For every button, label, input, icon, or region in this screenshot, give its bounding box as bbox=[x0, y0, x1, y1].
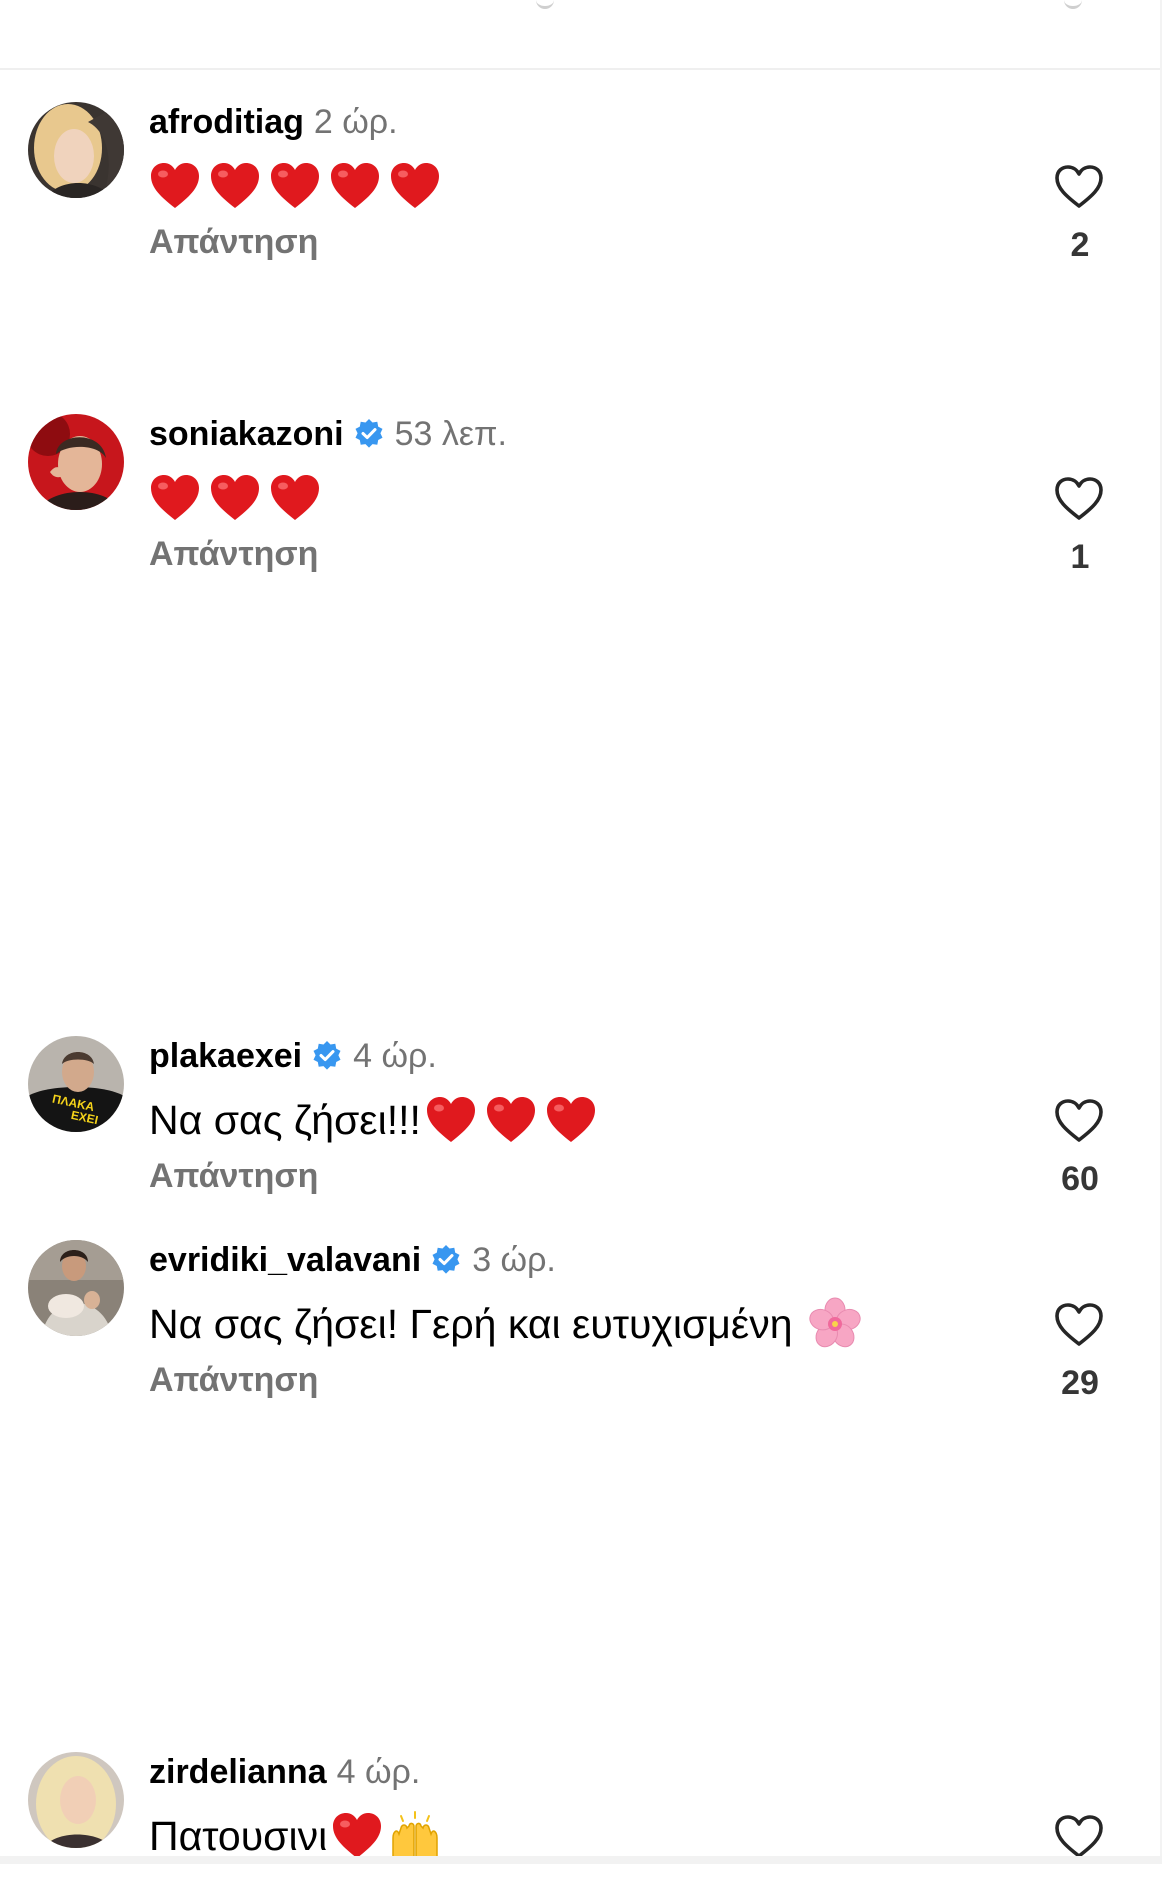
like-count: 1 bbox=[1070, 538, 1090, 576]
username[interactable]: evridiki_valavani bbox=[149, 1241, 421, 1280]
comment-time: 3 ώρ. bbox=[472, 1240, 556, 1279]
comment-text-content: Να σας ζήσει! Γερή και ευτυχισμένη bbox=[149, 1300, 793, 1347]
red-heart-emoji bbox=[211, 163, 259, 208]
heart-outline-icon[interactable] bbox=[1054, 1098, 1104, 1144]
username[interactable]: plakaexei bbox=[149, 1037, 302, 1076]
comment-item: soniakazoni 53 λεπ. Απάντηση 1 bbox=[0, 414, 1162, 576]
emoji-group bbox=[149, 473, 321, 523]
red-heart-emoji bbox=[333, 1813, 382, 1858]
comment-time: 4 ώρ. bbox=[353, 1036, 437, 1075]
red-heart-emoji bbox=[211, 475, 259, 520]
like-count: 29 bbox=[1061, 1364, 1099, 1402]
heart-outline-icon[interactable] bbox=[1054, 1302, 1104, 1348]
emoji-group bbox=[331, 1811, 383, 1861]
red-heart-emoji bbox=[271, 163, 319, 208]
like-count: 2 bbox=[1070, 226, 1090, 264]
heart-outline-icon[interactable] bbox=[1054, 476, 1104, 522]
comment-item: ΠΛΑΚΑΕΧΕΙ plakaexei 4 ώρ. Να σας ζήσει!!… bbox=[0, 1036, 1162, 1198]
comment-text-content: Να σας ζήσει!!! bbox=[149, 1096, 421, 1143]
comment-text: Να σας ζήσει! Γερή και ευτυχισμένη bbox=[149, 1296, 863, 1352]
comment-item: zirdelianna 4 ώρ. Πατουσινι bbox=[0, 1752, 1162, 1902]
red-heart-emoji bbox=[151, 163, 199, 208]
comment-item: afroditiag 2 ώρ. Απάντηση 2 bbox=[0, 102, 1162, 264]
comment-time: 2 ώρ. bbox=[313, 102, 398, 141]
comment-header: evridiki_valavani 3 ώρ. bbox=[149, 1240, 556, 1280]
red-heart-emoji bbox=[331, 163, 379, 208]
reply-button[interactable]: Απάντηση bbox=[149, 223, 318, 262]
red-heart-emoji bbox=[486, 1097, 535, 1142]
username[interactable]: soniakazoni bbox=[149, 415, 344, 454]
previous-comment-remnant bbox=[536, 0, 554, 9]
red-heart-emoji bbox=[426, 1097, 475, 1142]
bottom-edge bbox=[0, 1856, 1162, 1864]
red-heart-emoji bbox=[271, 475, 319, 520]
username[interactable]: afroditiag bbox=[149, 103, 304, 142]
avatar[interactable] bbox=[28, 414, 124, 510]
comment-text-content: Πατουσινι bbox=[149, 1812, 328, 1859]
avatar[interactable] bbox=[28, 1240, 124, 1336]
comment-item: evridiki_valavani 3 ώρ. Να σας ζήσει! Γε… bbox=[0, 1240, 1162, 1402]
red-heart-emoji bbox=[151, 475, 199, 520]
reply-button[interactable]: Απάντηση bbox=[149, 1157, 318, 1196]
avatar[interactable]: ΠΛΑΚΑΕΧΕΙ bbox=[28, 1036, 124, 1132]
comment-header: soniakazoni 53 λεπ. bbox=[149, 414, 507, 454]
verified-badge-icon bbox=[432, 1245, 460, 1274]
red-heart-emoji bbox=[391, 163, 439, 208]
avatar[interactable] bbox=[28, 1752, 124, 1848]
emoji-group bbox=[149, 161, 441, 211]
comment-text bbox=[149, 470, 321, 526]
previous-like-remnant bbox=[1064, 0, 1082, 9]
username[interactable]: zirdelianna bbox=[149, 1753, 327, 1792]
emoji-group bbox=[425, 1095, 597, 1145]
heart-outline-icon[interactable] bbox=[1054, 1814, 1104, 1860]
verified-badge-icon bbox=[313, 1041, 341, 1070]
cherry-blossom-emoji bbox=[808, 1297, 861, 1348]
comment-time: 4 ώρ. bbox=[336, 1752, 421, 1791]
comment-text: Να σας ζήσει!!! bbox=[149, 1092, 597, 1148]
like-count: 60 bbox=[1061, 1160, 1099, 1198]
comment-header: zirdelianna 4 ώρ. bbox=[149, 1752, 420, 1792]
red-heart-emoji bbox=[546, 1097, 595, 1142]
avatar[interactable] bbox=[28, 102, 124, 198]
verified-badge-icon bbox=[355, 419, 383, 448]
comment-header: plakaexei 4 ώρ. bbox=[149, 1036, 437, 1076]
reply-button[interactable]: Απάντηση bbox=[149, 535, 318, 574]
comment-header: afroditiag 2 ώρ. bbox=[149, 102, 398, 142]
comment-text bbox=[149, 158, 441, 214]
comment-time: 53 λεπ. bbox=[394, 414, 507, 453]
heart-outline-icon[interactable] bbox=[1054, 164, 1104, 210]
divider bbox=[0, 68, 1162, 70]
reply-button[interactable]: Απάντηση bbox=[149, 1361, 318, 1400]
